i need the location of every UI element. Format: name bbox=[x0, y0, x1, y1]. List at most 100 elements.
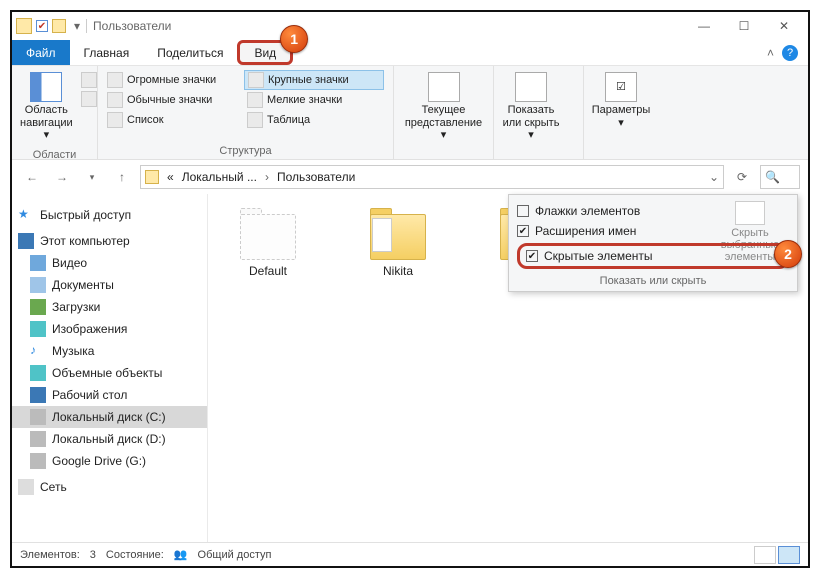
music-icon: ♪ bbox=[30, 343, 46, 359]
window-title: Пользователи bbox=[93, 19, 171, 33]
shared-icon: 👥 bbox=[174, 548, 188, 561]
title-separator bbox=[86, 19, 87, 33]
checkbox-icon: ✔ bbox=[517, 225, 529, 237]
status-state-label: Состояние: bbox=[106, 549, 164, 561]
ribbon: Область навигации ▾ Области Огромные зна… bbox=[12, 66, 808, 160]
nav-back[interactable]: ← bbox=[20, 165, 44, 189]
breadcrumb-dropdown[interactable]: ⌄ bbox=[709, 170, 719, 184]
folder-label: Default bbox=[249, 264, 287, 278]
layout-list[interactable]: Список bbox=[104, 110, 244, 130]
breadcrumb[interactable]: « Локальный ... Пользователи ⌄ bbox=[140, 165, 724, 189]
small-icons-icon bbox=[247, 92, 263, 108]
checkbox-icon: ✔ bbox=[526, 250, 538, 262]
layout-table[interactable]: Таблица bbox=[244, 110, 384, 130]
gdrive-icon bbox=[30, 453, 46, 469]
tab-view[interactable]: Вид 1 bbox=[237, 40, 293, 65]
documents-icon bbox=[30, 277, 46, 293]
options-icon: ☑ bbox=[605, 72, 637, 102]
layout-regular[interactable]: Обычные значки bbox=[104, 90, 244, 110]
group-options-label bbox=[584, 156, 664, 159]
qat-folder-icon[interactable] bbox=[52, 19, 66, 33]
view-largeicons-button[interactable] bbox=[778, 546, 800, 564]
group-panes-label: Области bbox=[12, 148, 97, 163]
video-icon bbox=[30, 255, 46, 271]
star-icon: ★ bbox=[18, 207, 34, 223]
sidebar-drive-d[interactable]: Локальный диск (D:) bbox=[12, 428, 207, 450]
status-count: 3 bbox=[90, 549, 96, 561]
maximize-button[interactable]: ☐ bbox=[724, 14, 764, 38]
options-button[interactable]: ☑ Параметры▾ bbox=[590, 70, 652, 131]
details-pane-icon[interactable] bbox=[81, 91, 97, 107]
tab-share[interactable]: Поделиться bbox=[143, 40, 237, 65]
sidebar-desktop[interactable]: Рабочий стол bbox=[12, 384, 207, 406]
close-button[interactable]: ✕ bbox=[764, 14, 804, 38]
tab-file[interactable]: Файл bbox=[12, 40, 70, 65]
preview-pane-icon[interactable] bbox=[81, 72, 97, 88]
status-count-label: Элементов: bbox=[20, 549, 80, 561]
layout-huge[interactable]: Огромные значки bbox=[104, 70, 244, 90]
qat-dropdown-caret[interactable]: ▾ bbox=[74, 19, 80, 33]
qat-checkbox-icon[interactable]: ✔ bbox=[36, 20, 48, 32]
folder-icon bbox=[236, 208, 300, 260]
nav-up[interactable]: ↑ bbox=[110, 165, 134, 189]
callout-2: 2 bbox=[774, 240, 802, 268]
ribbon-group-showhide: Показать или скрыть▾ bbox=[494, 66, 584, 159]
pane-small-icons bbox=[81, 70, 97, 107]
current-view-button[interactable]: Текущее представление▾ bbox=[400, 70, 487, 144]
breadcrumb-folder-icon bbox=[145, 170, 159, 184]
view-details-button[interactable] bbox=[754, 546, 776, 564]
ribbon-group-options: ☑ Параметры▾ bbox=[584, 66, 664, 159]
large-icons-icon bbox=[248, 72, 264, 88]
search-input[interactable]: 🔍 bbox=[760, 165, 800, 189]
breadcrumb-segment-1[interactable]: Локальный ... bbox=[178, 170, 261, 184]
breadcrumb-sep bbox=[265, 170, 269, 184]
checkbox-icon bbox=[517, 205, 529, 217]
folder-nikita[interactable]: Nikita bbox=[348, 208, 448, 278]
titlebar: ✔ ▾ Пользователи — ☐ ✕ bbox=[12, 12, 808, 40]
nav-recent[interactable]: ▾ bbox=[80, 165, 104, 189]
sidebar-drive-c[interactable]: Локальный диск (C:) bbox=[12, 406, 207, 428]
breadcrumb-overflow[interactable]: « bbox=[167, 170, 174, 184]
show-hide-button[interactable]: Показать или скрыть▾ bbox=[500, 70, 562, 144]
minimize-button[interactable]: — bbox=[684, 14, 724, 38]
tab-home[interactable]: Главная bbox=[70, 40, 144, 65]
folder-icon bbox=[366, 208, 430, 260]
file-list[interactable]: Default Nikita Общие Скрыть выбранные эл… bbox=[208, 194, 808, 542]
help-icon[interactable]: ? bbox=[782, 45, 798, 61]
pc-icon bbox=[18, 233, 34, 249]
sidebar-drive-g[interactable]: Google Drive (G:) bbox=[12, 450, 207, 472]
drive-icon bbox=[30, 431, 46, 447]
dropdown-group-label: Показать или скрыть bbox=[517, 271, 789, 287]
folder-default[interactable]: Default bbox=[218, 208, 318, 278]
breadcrumb-segment-2[interactable]: Пользователи bbox=[273, 170, 359, 184]
ribbon-tabs: Файл Главная Поделиться Вид 1 ˄ ? bbox=[12, 40, 808, 66]
sidebar-pictures[interactable]: Изображения bbox=[12, 318, 207, 340]
sidebar-quick-access[interactable]: ★Быстрый доступ bbox=[12, 204, 207, 226]
sidebar-video[interactable]: Видео bbox=[12, 252, 207, 274]
sidebar-network[interactable]: Сеть bbox=[12, 476, 207, 498]
sidebar-music[interactable]: ♪Музыка bbox=[12, 340, 207, 362]
ribbon-collapse-caret[interactable]: ˄ bbox=[767, 46, 774, 60]
nav-forward[interactable]: → bbox=[50, 165, 74, 189]
ribbon-group-layout: Огромные значки Крупные значки Обычные з… bbox=[98, 66, 394, 159]
refresh-button[interactable]: ⟳ bbox=[730, 165, 754, 189]
network-icon bbox=[18, 479, 34, 495]
nav-pane-button[interactable]: Область навигации ▾ bbox=[18, 70, 75, 144]
folder-label: Nikita bbox=[383, 264, 413, 278]
regular-icons-icon bbox=[107, 92, 123, 108]
sidebar-3d-objects[interactable]: Объемные объекты bbox=[12, 362, 207, 384]
check-hidden-items[interactable]: ✔Скрытые элементы 2 bbox=[517, 243, 789, 269]
options-label: Параметры bbox=[592, 104, 651, 117]
objects3d-icon bbox=[30, 365, 46, 381]
callout-1: 1 bbox=[280, 25, 308, 53]
sidebar-documents[interactable]: Документы bbox=[12, 274, 207, 296]
downloads-icon bbox=[30, 299, 46, 315]
sidebar-this-pc[interactable]: Этот компьютер bbox=[12, 230, 207, 252]
group-showhide-label bbox=[494, 156, 583, 159]
quick-access-toolbar: ✔ ▾ bbox=[36, 19, 80, 33]
layout-small[interactable]: Мелкие значки bbox=[244, 90, 384, 110]
layout-large[interactable]: Крупные значки bbox=[244, 70, 384, 90]
client-area: ★Быстрый доступ Этот компьютер Видео Док… bbox=[12, 194, 808, 542]
search-icon: 🔍 bbox=[765, 170, 780, 184]
sidebar-downloads[interactable]: Загрузки bbox=[12, 296, 207, 318]
